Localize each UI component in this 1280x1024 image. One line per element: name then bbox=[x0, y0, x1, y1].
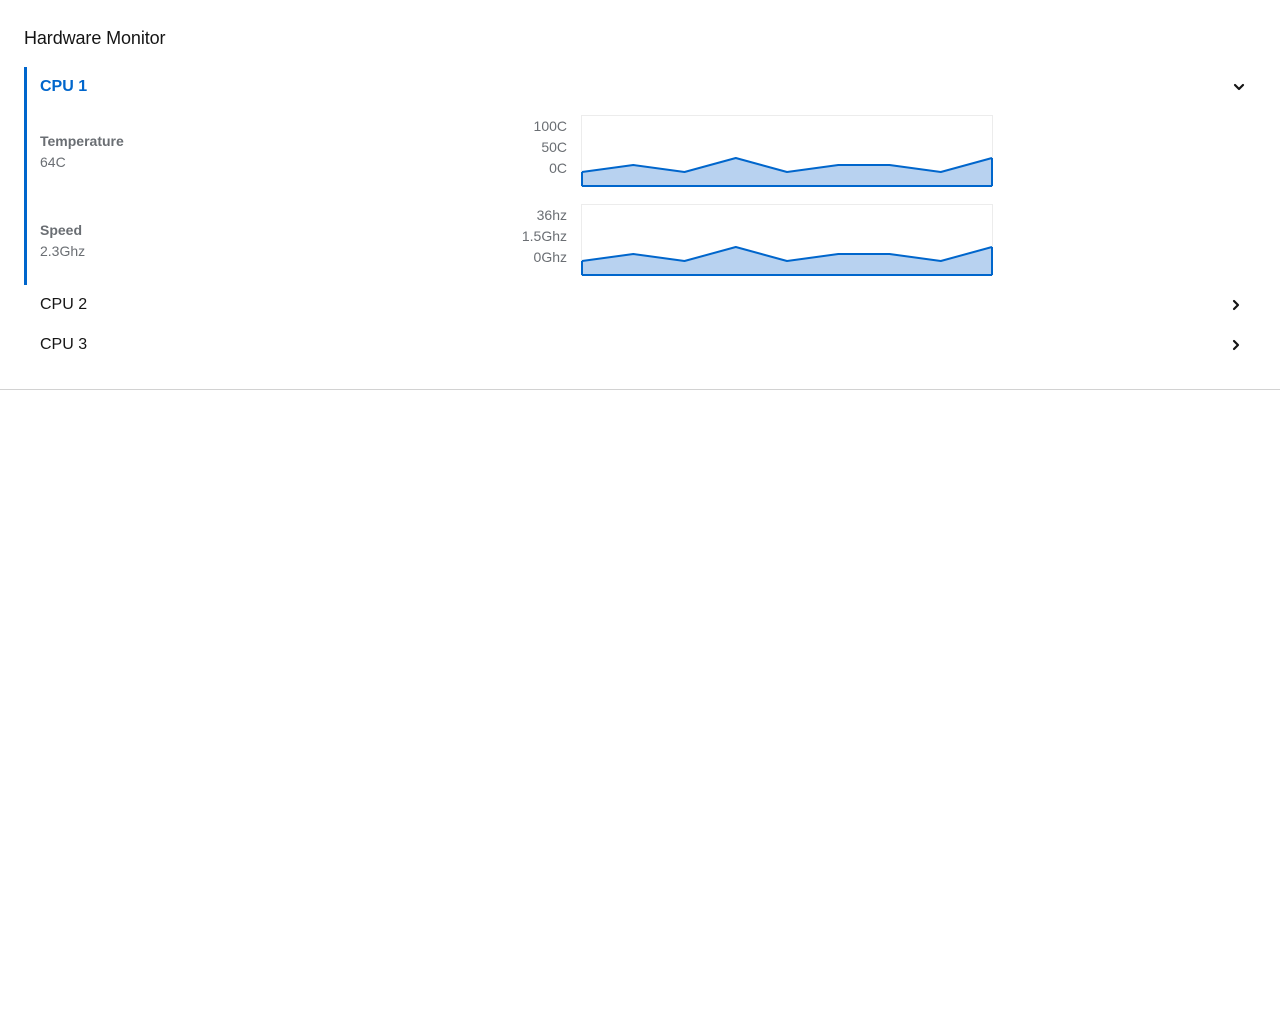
temperature-ytick-label: 100C bbox=[533, 118, 567, 134]
accordion-toggle-label: CPU 1 bbox=[40, 78, 88, 95]
card-title: Hardware Monitor bbox=[24, 28, 166, 48]
hardware-monitor-card: Hardware Monitor CPU 1 Temperature 64C 1… bbox=[0, 0, 1280, 390]
metric-value-temperature: 64C bbox=[40, 154, 66, 170]
temperature-sparkline-svg bbox=[581, 115, 993, 187]
accordion-toggle-cpu-3[interactable]: CPU 3 bbox=[24, 325, 1256, 365]
accordion-item-cpu-3: CPU 3 bbox=[24, 325, 1256, 365]
temperature-ytick-label: 50C bbox=[541, 139, 567, 155]
temperature-ytick-label: 0C bbox=[549, 160, 567, 176]
accordion-toggle-label: CPU 3 bbox=[40, 336, 88, 353]
speed-ytick-label: 1.5Ghz bbox=[521, 228, 567, 244]
accordion-toggle-cpu-2[interactable]: CPU 2 bbox=[24, 285, 1256, 325]
speed-sparkline-svg bbox=[581, 204, 993, 276]
metric-label-speed: Speed bbox=[40, 222, 83, 238]
metric-value-speed: 2.3Ghz bbox=[40, 243, 86, 259]
chevron-right-icon bbox=[1230, 339, 1242, 351]
cpu-accordion: CPU 1 Temperature 64C 100C 50C 0C Speed … bbox=[24, 67, 1256, 365]
accordion-item-cpu-2: CPU 2 bbox=[24, 285, 1256, 325]
accordion-toggle-label: CPU 2 bbox=[40, 296, 88, 313]
chevron-right-icon bbox=[1230, 299, 1242, 311]
speed-ytick-label: 0Ghz bbox=[533, 249, 567, 265]
speed-sparkline-chart bbox=[581, 204, 993, 276]
temperature-sparkline-chart bbox=[581, 115, 993, 187]
accordion-toggle-cpu-1[interactable]: CPU 1 bbox=[27, 67, 1259, 107]
accordion-item-cpu-1: CPU 1 Temperature 64C 100C 50C 0C Speed … bbox=[24, 67, 1256, 285]
speed-ytick-label: 36hz bbox=[536, 207, 567, 223]
metric-label-temperature: Temperature bbox=[40, 133, 124, 149]
chevron-down-icon bbox=[1233, 81, 1245, 93]
